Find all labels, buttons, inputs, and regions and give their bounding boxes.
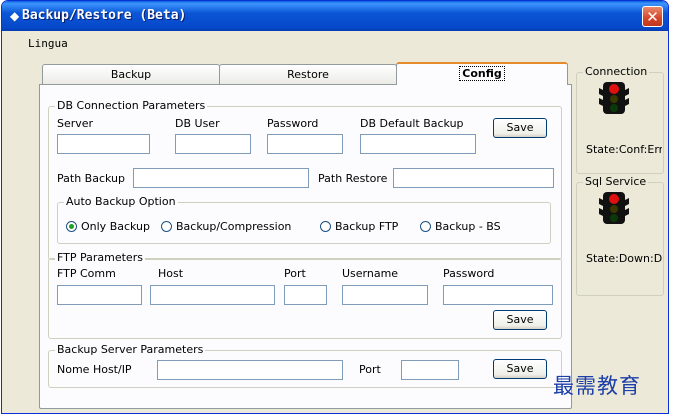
sql-service-legend: Sql Service: [583, 175, 649, 188]
menu-item-lingua[interactable]: Lingua: [28, 37, 68, 50]
radio-only-backup[interactable]: Only Backup: [66, 220, 150, 233]
ftp-port-label: Port: [284, 267, 306, 280]
window-title: Backup/Restore (Beta): [22, 8, 187, 23]
ftp-username-input[interactable]: [342, 285, 428, 305]
tab-backup-label: Backup: [110, 68, 152, 81]
password-input[interactable]: [267, 134, 343, 154]
radio-unselected-icon: [420, 221, 431, 232]
radio-unselected-icon: [320, 221, 331, 232]
db-user-label: DB User: [175, 117, 220, 130]
radio-backup-ftp[interactable]: Backup FTP: [320, 220, 398, 233]
path-backup-input[interactable]: [133, 168, 309, 188]
connection-legend: Connection: [583, 65, 650, 78]
radio-backup-bs-label: Backup - BS: [435, 220, 501, 233]
ftp-host-input[interactable]: [150, 285, 275, 305]
backup-server-legend: Backup Server Parameters: [55, 343, 206, 356]
close-icon: ✕: [646, 8, 659, 26]
config-tab-panel: DB Connection Parameters Server DB User …: [39, 84, 572, 409]
backup-server-port-label: Port: [359, 363, 381, 376]
path-restore-input[interactable]: [393, 168, 554, 188]
db-connection-legend: DB Connection Parameters: [55, 99, 208, 112]
backup-server-save-button[interactable]: Save: [493, 359, 547, 379]
ftp-save-button[interactable]: Save: [493, 310, 547, 330]
backup-server-host-input[interactable]: [157, 360, 343, 380]
default-backup-label: DB Default Backup: [360, 117, 464, 130]
radio-backup-bs[interactable]: Backup - BS: [420, 220, 501, 233]
auto-backup-legend: Auto Backup Option: [64, 195, 178, 208]
ftp-comm-label: FTP Comm: [57, 267, 116, 280]
radio-selected-icon: [66, 221, 77, 232]
title-bar[interactable]: ◆ Backup/Restore (Beta) ✕: [2, 1, 668, 31]
tab-backup[interactable]: Backup: [42, 64, 220, 84]
default-backup-input[interactable]: [360, 134, 476, 154]
backup-server-port-input[interactable]: [401, 360, 459, 380]
tab-config-label: Config: [459, 66, 505, 81]
ftp-host-label: Host: [158, 267, 184, 280]
radio-backup-ftp-label: Backup FTP: [335, 220, 399, 233]
ftp-password-input[interactable]: [443, 285, 553, 305]
connection-state: State:Conf:Err: [586, 143, 662, 156]
ftp-comm-input[interactable]: [57, 285, 142, 305]
tab-restore[interactable]: Restore: [219, 64, 397, 84]
radio-only-backup-label: Only Backup: [81, 220, 151, 233]
backup-server-group: Backup Server Parameters Nome Host/IP Po…: [48, 343, 562, 388]
connection-panel: Connection State:Conf:Err: [576, 65, 664, 174]
tab-config[interactable]: Config: [396, 62, 568, 85]
traffic-light-icon: [599, 82, 629, 114]
menu-bar: Lingua: [2, 31, 668, 55]
radio-unselected-icon: [161, 221, 172, 232]
ftp-group: FTP Parameters FTP Comm Host Port Userna…: [48, 251, 562, 339]
db-user-input[interactable]: [175, 134, 251, 154]
db-connection-group: DB Connection Parameters Server DB User …: [48, 99, 562, 260]
sql-service-state: State:Down:D: [586, 252, 662, 265]
ftp-username-label: Username: [342, 267, 399, 280]
close-button[interactable]: ✕: [642, 6, 663, 27]
ftp-port-input[interactable]: [284, 285, 327, 305]
path-restore-label: Path Restore: [318, 172, 388, 185]
sql-service-panel: Sql Service State:Down:D: [576, 175, 664, 296]
radio-backup-compression[interactable]: Backup/Compression: [161, 220, 291, 233]
server-input[interactable]: [57, 134, 150, 154]
db-save-button[interactable]: Save: [493, 118, 547, 138]
ftp-legend: FTP Parameters: [55, 251, 145, 264]
path-backup-label: Path Backup: [57, 172, 125, 185]
radio-backup-compression-label: Backup/Compression: [176, 220, 292, 233]
auto-backup-group: Auto Backup Option Only Backup Backup/Co…: [57, 195, 551, 244]
server-label: Server: [57, 117, 94, 130]
backup-server-host-label: Nome Host/IP: [57, 363, 132, 376]
traffic-light-icon: [599, 192, 629, 224]
tab-restore-label: Restore: [287, 68, 329, 81]
watermark-text: 最需教育: [553, 374, 641, 398]
ftp-password-label: Password: [443, 267, 495, 280]
password-label: Password: [267, 117, 319, 130]
backup-restore-window: ◆ Backup/Restore (Beta) ✕ Lingua Backup …: [1, 0, 669, 414]
